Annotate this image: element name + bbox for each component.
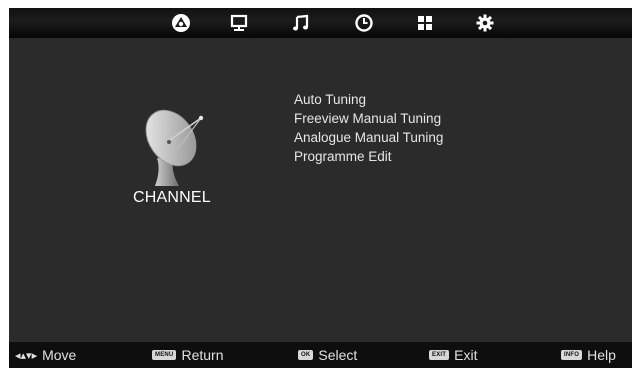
tab-sound[interactable] <box>288 11 314 35</box>
hint-help: INFO Help <box>561 342 616 368</box>
top-tab-bar <box>9 8 632 38</box>
tab-lock[interactable] <box>412 11 438 35</box>
grid-icon <box>418 16 432 30</box>
exit-key-icon: EXIT <box>429 350 450 360</box>
ok-key-icon: OK <box>298 350 314 360</box>
hint-move: ◂▴▾▸ Move <box>15 342 76 368</box>
hint-move-label: Move <box>42 347 77 363</box>
menu-item-programme-edit[interactable]: Programme Edit <box>294 147 443 166</box>
gear-icon <box>476 14 494 32</box>
hint-return-label: Return <box>181 347 224 363</box>
info-key-icon: INFO <box>561 350 583 360</box>
tv-menu-screen: CHANNEL Auto Tuning Freeview Manual Tuni… <box>9 8 632 342</box>
satellite-icon <box>172 14 190 32</box>
arrows-icon: ◂▴▾▸ <box>15 349 38 362</box>
tab-setup[interactable] <box>472 11 498 35</box>
tab-channel[interactable] <box>168 11 194 35</box>
menu-item-auto-tuning[interactable]: Auto Tuning <box>294 90 443 109</box>
menu-item-freeview-manual-tuning[interactable]: Freeview Manual Tuning <box>294 109 443 128</box>
hint-exit-label: Exit <box>454 347 478 363</box>
hint-select: OK Select <box>298 342 357 368</box>
satellite-dish-icon <box>145 109 204 186</box>
hint-return: MENU Return <box>152 342 224 368</box>
menu-key-icon: MENU <box>152 350 177 360</box>
hint-help-label: Help <box>587 347 616 363</box>
music-note-icon <box>293 14 309 31</box>
monitor-icon <box>230 14 248 31</box>
hint-exit: EXIT Exit <box>429 342 477 368</box>
clock-icon <box>355 14 373 32</box>
channel-menu: Auto Tuning Freeview Manual Tuning Analo… <box>294 90 443 166</box>
menu-item-analogue-manual-tuning[interactable]: Analogue Manual Tuning <box>294 128 443 147</box>
hint-select-label: Select <box>318 347 358 363</box>
tab-time[interactable] <box>351 11 377 35</box>
footer-hint-bar: ◂▴▾▸ Move MENU Return OK Select EXIT Exi… <box>9 342 632 368</box>
section-title: CHANNEL <box>133 189 211 206</box>
tab-picture[interactable] <box>226 11 252 35</box>
section-icon <box>127 98 217 193</box>
